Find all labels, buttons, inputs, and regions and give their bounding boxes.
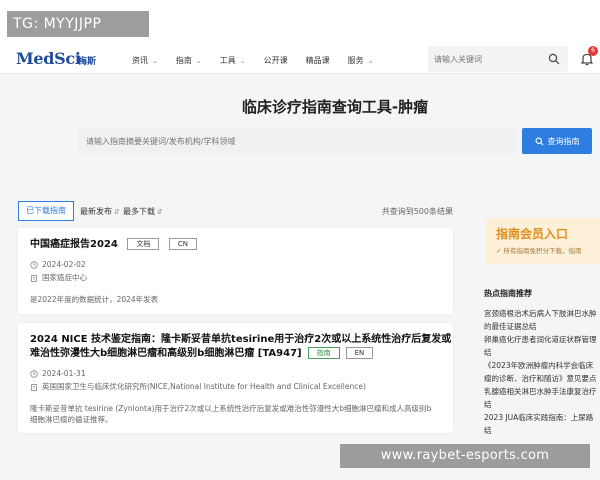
header-search [428, 46, 568, 72]
list-item[interactable]: 2023 JUA临床实践指南：上尿路 [484, 411, 600, 424]
date-text: 2024-02-02 [42, 260, 86, 269]
watermark-tg: TG: MYYJJPP [7, 11, 149, 37]
language-tag: CN [168, 238, 197, 250]
result-card[interactable]: 中国癌症报告2024 文档 CN 2024-02-02 国家癌症中心 是2022… [18, 228, 453, 314]
header-search-input[interactable] [434, 51, 544, 67]
search-icon [535, 137, 543, 145]
building-icon [31, 274, 37, 282]
nav-label: 工具 [219, 56, 236, 65]
type-tag: 文档 [127, 238, 160, 250]
nav-item-premium-course[interactable]: 精品课 [306, 55, 330, 66]
list-item[interactable]: 结 [484, 346, 600, 359]
hot-guides-list: 宫颈癌根治术后病人下肢淋巴水肿 的最佳证据总结 卵巢癌化疗患者润化道症状群管理 … [484, 307, 600, 437]
sort-label: 最新发布 [80, 207, 112, 216]
page-title: 临床诊疗指南查询工具-肿瘤 [241, 98, 429, 116]
result-title-line: 2024 NICE 技术鉴定指南：隆卡斯妥昔单抗tesirine用于治疗2次或以… [30, 334, 452, 345]
nav-item-news[interactable]: 资讯 ⌄ [132, 55, 158, 66]
sort-most-downloads[interactable]: 最多下载 ⇵ [123, 206, 163, 217]
filter-bar: 已下载指南 最新发布 ⇵ 最多下载 ⇵ 共查询到500条结果 [18, 201, 453, 221]
clock-icon [30, 260, 38, 269]
list-item[interactable]: 的最佳证据总结 [484, 320, 600, 333]
org-text: 英国国家卫生与临床优化研究所(NICE,National Institute f… [42, 382, 366, 391]
type-tag: 指南 [307, 347, 340, 359]
query-button-label: 查询指南 [547, 136, 580, 146]
nav-item-tools[interactable]: 工具 ⌄ [220, 55, 246, 66]
clock-icon [30, 369, 38, 378]
result-org: 英国国家卫生与临床优化研究所(NICE,National Institute f… [30, 381, 366, 392]
org-text: 国家癌症中心 [42, 273, 87, 282]
main-nav: 资讯 ⌄ 指南 ⌄ 工具 ⌄ 公开课 精品课 服务 ⌄ [132, 55, 392, 66]
result-date: 2024-01-31 [30, 369, 86, 378]
result-description: 是2022年度的数据统计，2024年发表 [30, 295, 159, 304]
watermark-url: www.raybet-esports.com [340, 444, 590, 468]
list-item[interactable]: 乳腺癌相关淋巴水肿手法康复治疗 [484, 385, 600, 398]
language-tag: EN [345, 347, 374, 359]
result-title-text: 中国癌症报告2024 [30, 239, 118, 250]
chevron-down-icon: ⌄ [239, 57, 246, 65]
search-icon[interactable] [548, 53, 560, 65]
member-entry-banner[interactable]: 指南会员入口 ✓ 所有指南免积分下载，指南 [486, 218, 600, 264]
list-item[interactable]: 卵巢癌化疗患者润化道症状群管理 [484, 333, 600, 346]
result-card[interactable]: 2024 NICE 技术鉴定指南：隆卡斯妥昔单抗tesirine用于治疗2次或以… [18, 323, 453, 433]
result-title-line: 难治性弥漫性大b细胞淋巴瘤和高级别b细胞淋巴瘤 [TA947] [30, 348, 302, 359]
sort-label: 最多下载 [123, 207, 155, 216]
list-item[interactable]: 瘤的诊断、治疗和随访》意见要点 [484, 372, 600, 385]
result-count: 共查询到500条结果 [381, 207, 453, 216]
banner-subtitle-text: 所有指南免积分下载，指南 [503, 247, 582, 255]
guide-query-input[interactable] [78, 128, 516, 154]
list-item[interactable]: 结 [484, 398, 600, 411]
chevron-down-icon: ⌄ [152, 57, 158, 65]
result-title[interactable]: 中国癌症报告2024 文档 CN [30, 238, 197, 252]
description-line: 细胞淋巴瘤的循证推荐。 [30, 415, 113, 424]
banner-subtitle: ✓ 所有指南免积分下载，指南 [496, 247, 582, 255]
medsci-logo[interactable]: MedSci [16, 49, 81, 68]
query-guide-button[interactable]: 查询指南 [522, 128, 592, 154]
logo-subtitle: 梅斯 [78, 57, 97, 67]
building-icon [31, 383, 37, 391]
nav-item-open-course[interactable]: 公开课 [264, 55, 288, 66]
list-item[interactable]: 结 [484, 424, 600, 437]
nav-item-services[interactable]: 服务 ⌄ [348, 55, 374, 66]
sort-latest[interactable]: 最新发布 ⇵ [80, 206, 120, 217]
nav-label: 公开课 [263, 56, 288, 65]
hot-guides-heading: 热点指南推荐 [484, 289, 532, 298]
nav-label: 精品课 [305, 56, 330, 65]
list-item[interactable]: 宫颈癌根治术后病人下肢淋巴水肿 [484, 307, 600, 320]
result-title[interactable]: 2024 NICE 技术鉴定指南：隆卡斯妥昔单抗tesirine用于治疗2次或以… [30, 333, 451, 361]
tab-downloaded-guides[interactable]: 已下载指南 [18, 201, 74, 221]
result-date: 2024-02-02 [30, 260, 86, 269]
sort-arrows-icon: ⇵ [114, 208, 120, 216]
nav-label: 资讯 [132, 56, 148, 65]
banner-title: 指南会员入口 [496, 227, 569, 241]
nav-label: 服务 [347, 56, 364, 65]
chevron-down-icon: ⌄ [367, 57, 374, 65]
sort-arrows-icon: ⇵ [157, 208, 163, 216]
nav-label: 指南 [175, 56, 192, 65]
date-text: 2024-01-31 [42, 369, 86, 378]
chevron-down-icon: ⌄ [195, 57, 202, 65]
result-org: 国家癌症中心 [30, 272, 87, 283]
notification-badge: 6 [588, 46, 598, 56]
description-line: 隆卡斯妥昔单抗 tesirine (Zynlonta)用于治疗2次或以上系统性治… [30, 404, 432, 413]
list-item[interactable]: 《2023年欧洲肿瘤内科学会临床 [484, 359, 600, 372]
nav-item-guides[interactable]: 指南 ⌄ [176, 55, 202, 66]
result-description: 隆卡斯妥昔单抗 tesirine (Zynlonta)用于治疗2次或以上系统性治… [30, 403, 445, 425]
